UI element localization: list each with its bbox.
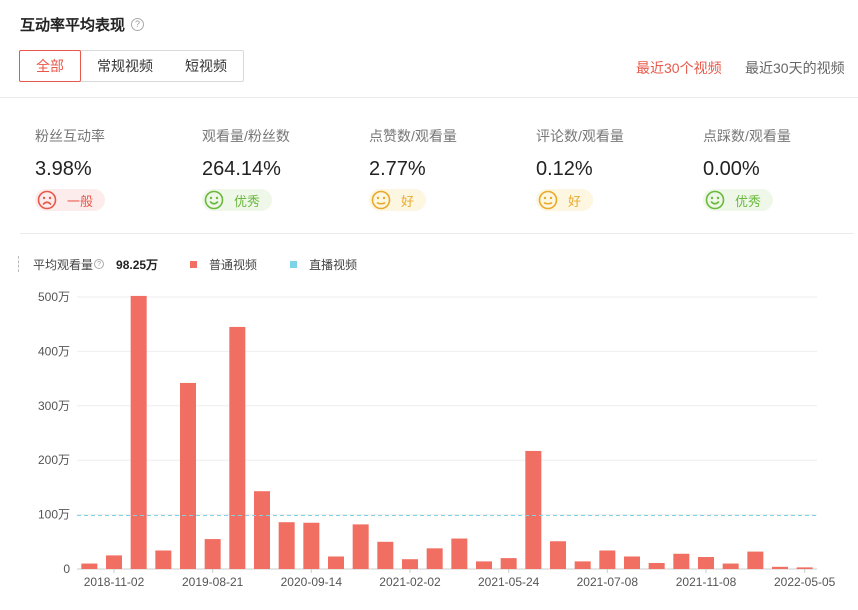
rating-badge: 好: [369, 189, 427, 211]
bar: [377, 541, 394, 569]
legend-swatch: [190, 260, 198, 268]
legend-label: 直播视频: [309, 257, 358, 272]
bar: [796, 567, 813, 569]
metric-views-per-fan: 观看量/粉丝数 264.14% 优秀: [202, 126, 362, 215]
rating-badge: 一般: [35, 189, 106, 211]
neutral-face-icon: [371, 190, 391, 210]
bar: [599, 550, 616, 569]
metric-value: 3.98%: [35, 158, 92, 180]
help-icon[interactable]: ?: [94, 259, 105, 269]
legend-item-regular[interactable]: 普通视频: [190, 256, 257, 273]
help-icon[interactable]: ?: [131, 17, 145, 31]
rating-text: 好: [568, 193, 582, 209]
bar: [698, 557, 714, 569]
legend-label: 普通视频: [209, 257, 258, 272]
bar: [550, 541, 566, 569]
bar: [648, 563, 665, 569]
divider: [0, 97, 858, 98]
metric-label: 点踩数/观看量: [703, 128, 791, 144]
section-header: 互动率平均表现 ?: [20, 14, 145, 34]
bar-chart: 0 100万 200万 300万 400万 500万 2018-11-02 2019-08-2…: [38, 290, 836, 589]
legend-dash: [18, 256, 19, 272]
metric-likes-per-view: 点赞数/观看量 2.77% 好: [369, 126, 529, 215]
bar: [722, 563, 739, 569]
x-tick-label: 2022-05-05: [774, 575, 836, 589]
y-tick-label: 0: [63, 562, 70, 576]
x-tick-label: 2021-11-08: [676, 575, 737, 589]
rating-badge: 优秀: [703, 189, 774, 211]
metric-comments-per-view: 评论数/观看量 0.12% 好: [536, 126, 696, 215]
metric-label: 粉丝互动率: [35, 128, 105, 144]
metric-label: 点赞数/观看量: [369, 128, 457, 144]
rating-text: 好: [401, 193, 415, 209]
x-tick-label: 2019-08-21: [182, 575, 244, 589]
average-views-label: 平均观看量: [33, 257, 94, 272]
metric-value: 2.77%: [369, 158, 426, 180]
bar: [673, 553, 690, 569]
bar: [525, 450, 542, 569]
bar: [180, 382, 196, 569]
bar: [106, 555, 122, 569]
y-tick-label: 200万: [38, 453, 70, 467]
bar: [426, 548, 443, 569]
bar: [204, 539, 221, 569]
chart-legend: 平均观看量 ? 98.25万 普通视频 直播视频: [18, 256, 357, 272]
legend-swatch: [290, 260, 298, 268]
metric-value: 0.12%: [536, 158, 593, 180]
y-tick-label: 300万: [38, 399, 70, 413]
metric-value: 0.00%: [703, 158, 760, 180]
smile-face-icon: [204, 190, 224, 210]
bar: [476, 561, 492, 569]
bar: [130, 295, 147, 569]
bar: [229, 326, 246, 569]
metric-value: 264.14%: [202, 158, 281, 180]
sad-face-icon: [37, 190, 57, 210]
bar: [747, 551, 764, 569]
legend-item-live[interactable]: 直播视频: [290, 256, 357, 273]
bar: [254, 491, 270, 569]
metric-label: 观看量/粉丝数: [202, 128, 290, 144]
tab-regular-videos[interactable]: 常规视频: [81, 51, 169, 81]
metric-label: 评论数/观看量: [536, 128, 624, 144]
bar: [772, 566, 788, 569]
y-tick-label: 100万: [38, 508, 70, 522]
x-tick-label: 2018-11-02: [84, 575, 145, 589]
section-title: 互动率平均表现: [20, 16, 126, 34]
rating-text: 优秀: [735, 193, 762, 209]
x-tick-label: 2020-09-14: [281, 575, 343, 589]
bar: [155, 550, 172, 569]
average-views-value: 98.25万: [116, 257, 159, 272]
rating-badge: 优秀: [202, 189, 273, 211]
x-tick-label: 2021-02-02: [379, 575, 441, 589]
divider: [20, 233, 854, 234]
bar: [303, 522, 320, 569]
y-tick-label: 400万: [38, 344, 70, 358]
rating-badge: 好: [536, 189, 594, 211]
bar: [352, 524, 369, 569]
rating-text: 优秀: [234, 193, 261, 209]
bar: [624, 556, 640, 569]
rating-text: 一般: [67, 193, 94, 209]
y-tick-label: 500万: [38, 290, 70, 304]
metric-dislikes-per-view: 点踩数/观看量 0.00% 优秀: [703, 126, 858, 215]
smile-face-icon: [705, 190, 725, 210]
tab-all[interactable]: 全部: [19, 50, 81, 82]
x-tick-label: 2021-07-08: [577, 575, 639, 589]
bar: [500, 558, 517, 569]
range-last-30-videos[interactable]: 最近30个视频: [636, 58, 722, 78]
range-last-30-days[interactable]: 最近30天的视频: [745, 58, 845, 78]
bar: [451, 538, 468, 569]
bar: [81, 563, 98, 569]
bar: [278, 522, 295, 569]
neutral-face-icon: [538, 190, 558, 210]
metrics-row: 粉丝互动率 3.98% 一般 观看量/粉丝数 264.14% 优秀 点赞数/观看…: [35, 126, 835, 218]
metric-fan-engagement: 粉丝互动率 3.98% 一般: [35, 126, 195, 215]
bar: [402, 559, 418, 569]
tab-short-videos[interactable]: 短视频: [169, 51, 243, 81]
x-tick-label: 2021-05-24: [478, 575, 540, 589]
bar: [574, 561, 591, 569]
video-type-tabs: 全部 常规视频 短视频: [19, 50, 244, 82]
bar: [328, 556, 344, 569]
